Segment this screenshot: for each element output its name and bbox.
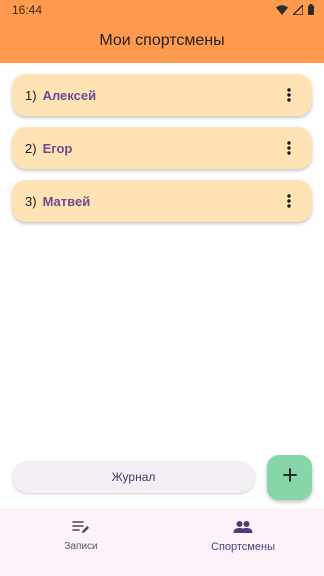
signal-icon (293, 4, 303, 15)
athlete-card[interactable]: 1) Алексей (12, 74, 312, 116)
athlete-number: 3) (25, 193, 37, 209)
battery-icon (308, 4, 314, 15)
athlete-name: Алексей (42, 87, 97, 103)
notes-edit-icon (72, 518, 90, 536)
add-athlete-button[interactable] (267, 455, 312, 500)
wifi-icon (276, 4, 288, 15)
bottom-navigation: Записи Спортсмены (0, 508, 324, 576)
status-icons (276, 3, 314, 16)
plus-icon (282, 468, 297, 487)
journal-button[interactable]: Журнал (12, 461, 255, 493)
nav-label-athletes: Спортсмены (211, 541, 275, 553)
more-vert-icon[interactable] (280, 192, 298, 210)
nav-item-records[interactable]: Записи (21, 518, 141, 552)
athlete-card[interactable]: 3) Матвей (12, 180, 312, 222)
nav-item-athletes[interactable]: Спортсмены (183, 518, 303, 553)
app-bar: 16:44 Мои спортсмены (0, 0, 324, 63)
athlete-card[interactable]: 2) Егор (12, 127, 312, 169)
athlete-number: 1) (25, 87, 37, 103)
status-bar: 16:44 (0, 0, 324, 20)
athlete-number: 2) (25, 140, 37, 156)
page-title: Мои спортсмены (99, 32, 225, 49)
group-icon (233, 518, 253, 536)
more-vert-icon[interactable] (280, 139, 298, 157)
athlete-name: Егор (42, 140, 73, 156)
nav-label-records: Записи (64, 541, 98, 552)
status-time: 16:44 (12, 3, 43, 17)
more-vert-icon[interactable] (280, 86, 298, 104)
athlete-name: Матвей (42, 193, 91, 209)
